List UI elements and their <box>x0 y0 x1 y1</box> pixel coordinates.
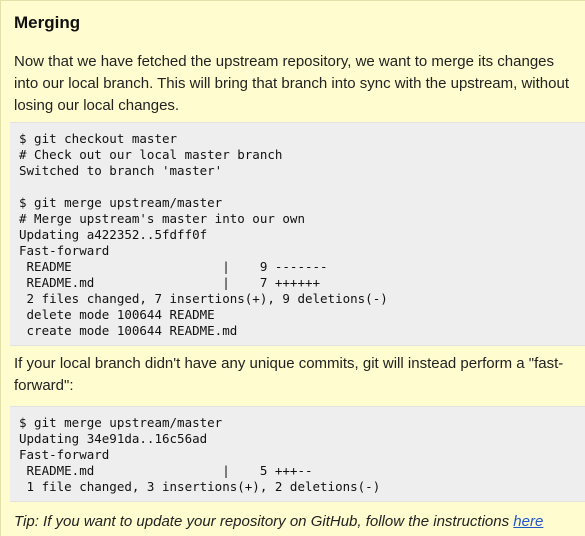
code-line: README.md | 5 +++-- <box>19 463 313 478</box>
code-line: $ git merge upstream/master <box>19 415 223 430</box>
help-article: Merging Now that we have fetched the ups… <box>0 0 585 536</box>
code-line: create mode 100644 README.md <box>19 323 238 338</box>
here-link[interactable]: here <box>513 513 543 530</box>
code-line: Updating 34e91da..16c56ad <box>19 431 208 446</box>
code-line: Fast-forward <box>19 447 110 462</box>
code-line: 2 files changed, 7 insertions(+), 9 dele… <box>19 291 388 306</box>
code-line: Switched to branch 'master' <box>19 163 223 178</box>
code-line: # Merge upstream's master into our own <box>19 211 305 226</box>
code-line: $ git checkout master <box>19 131 178 146</box>
tip-text: Tip: If you want to update your reposito… <box>14 513 514 530</box>
code-block-fast-forward: $ git merge upstream/master Updating 34e… <box>10 406 585 502</box>
code-line: Fast-forward <box>19 243 110 258</box>
code-line: delete mode 100644 README <box>19 307 215 322</box>
code-line: Updating a422352..5fdff0f <box>19 227 208 242</box>
tip-paragraph: Tip: If you want to update your reposito… <box>14 511 543 533</box>
intro-paragraph: Now that we have fetched the upstream re… <box>14 53 569 114</box>
code-line: README.md | 7 ++++++ <box>19 275 321 290</box>
code-line: $ git merge upstream/master <box>19 195 223 210</box>
fast-forward-paragraph: If your local branch didn't have any uni… <box>14 355 564 394</box>
code-line: README | 9 ------- <box>19 259 328 274</box>
code-line: 1 file changed, 3 insertions(+), 2 delet… <box>19 479 381 494</box>
section-heading: Merging <box>14 13 81 32</box>
code-block-checkout-merge: $ git checkout master # Check out our lo… <box>10 122 585 346</box>
code-line: # Check out our local master branch <box>19 147 283 162</box>
